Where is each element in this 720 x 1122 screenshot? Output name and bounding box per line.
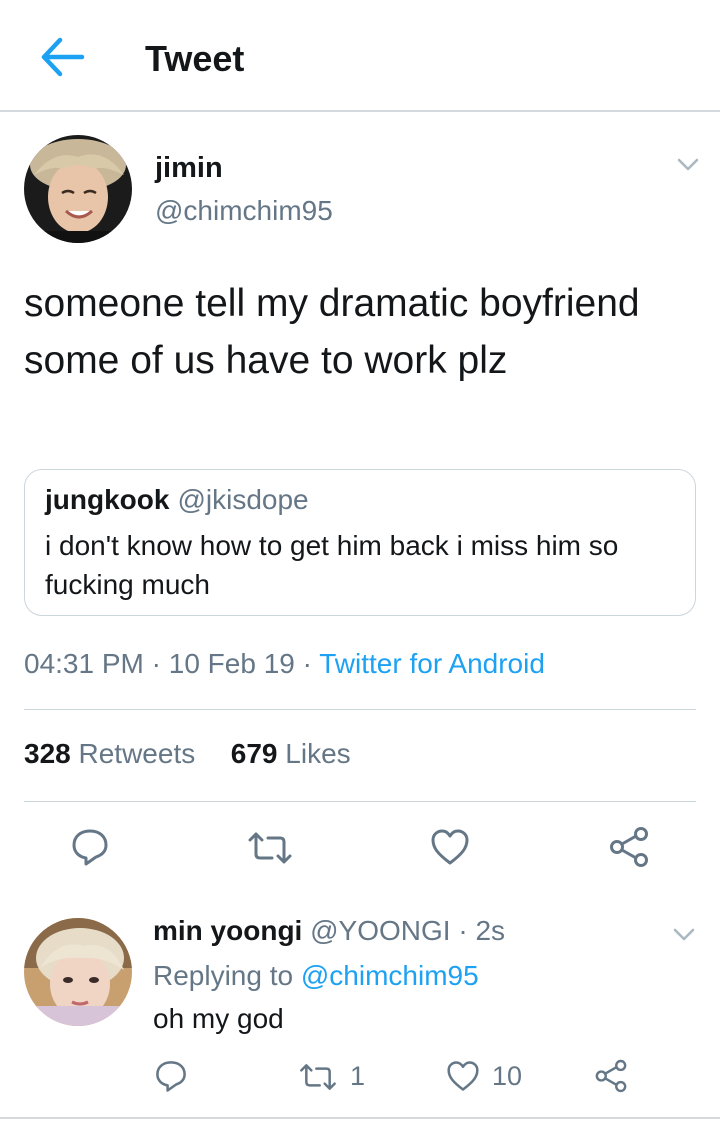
likes-stat[interactable]: 679 Likes: [231, 738, 351, 769]
retweet-icon: [300, 1063, 336, 1090]
tweet-source-link[interactable]: Twitter for Android: [319, 648, 545, 679]
reply-author-avatar[interactable]: [24, 918, 132, 1026]
reply-icon: [72, 829, 108, 866]
divider: [24, 709, 696, 710]
page-title: Tweet: [145, 38, 245, 79]
quoted-author-handle: @jkisdope: [177, 484, 309, 515]
reply-button[interactable]: [70, 827, 110, 867]
retweets-stat[interactable]: 328 Retweets: [24, 738, 195, 769]
tweet-metadata: 04:31 PM · 10 Feb 19 · Twitter for Andro…: [24, 648, 545, 680]
reply-retweet-count: 1: [350, 1061, 366, 1091]
author-name[interactable]: jimin: [155, 152, 223, 185]
author-avatar[interactable]: [24, 135, 132, 243]
divider: [0, 1117, 720, 1119]
reply-retweet-button[interactable]: 1: [298, 1061, 365, 1092]
replying-to-link[interactable]: @chimchim95: [301, 960, 479, 991]
tweet-text: someone tell my dramatic boyfriend some …: [24, 282, 640, 382]
reply-reply-button[interactable]: [154, 1059, 188, 1093]
likes-count: 679: [230, 738, 278, 769]
tweet-time: 04:31 PM: [24, 648, 144, 679]
meta-separator: ·: [151, 648, 161, 679]
chevron-down-icon[interactable]: [672, 927, 696, 943]
tweet-date: 10 Feb 19: [168, 648, 295, 679]
divider: [24, 801, 696, 802]
top-app-bar: Tweet: [0, 0, 720, 112]
replying-prefix: Replying to: [153, 960, 294, 991]
reply-separator: ·: [458, 915, 468, 946]
arrow-left-icon[interactable]: [38, 34, 86, 80]
like-button[interactable]: [430, 828, 470, 866]
quoted-tweet-card[interactable]: jungkook @jkisdope i don't know how to ge…: [24, 469, 696, 616]
reply-text: oh my god: [153, 1003, 284, 1034]
tweet-stats: 328 Retweets 679 Likes: [24, 738, 351, 770]
reply-like-count: 10: [492, 1060, 523, 1091]
reply-header: min yoongi @YOONGI · 2s: [153, 915, 505, 947]
quoted-tweet-header: jungkook @jkisdope: [45, 484, 309, 516]
share-icon: [610, 827, 648, 867]
reply-author-handle[interactable]: @YOONGI: [310, 915, 450, 946]
retweets-label: Retweets: [78, 738, 196, 769]
author-handle[interactable]: @chimchim95: [155, 195, 333, 227]
reply-share-button[interactable]: [594, 1059, 628, 1093]
replying-to: Replying to @chimchim95: [153, 960, 479, 992]
share-button[interactable]: [608, 826, 650, 868]
quoted-tweet-text: i don't know how to get him back i miss …: [45, 530, 619, 600]
retweets-count: 328: [24, 738, 71, 769]
quoted-author-name: jungkook: [45, 484, 170, 515]
likes-label: Likes: [285, 738, 351, 769]
heart-icon: [447, 1061, 479, 1091]
reply-icon: [156, 1061, 186, 1092]
chevron-down-icon[interactable]: [676, 157, 700, 173]
retweet-button[interactable]: [246, 830, 294, 866]
share-icon: [595, 1059, 627, 1093]
reply-author-name[interactable]: min yoongi: [153, 915, 302, 946]
meta-separator: ·: [302, 648, 312, 679]
retweet-icon: [248, 832, 292, 864]
reply-like-button[interactable]: 10: [446, 1060, 522, 1092]
reply-time: 2s: [475, 915, 506, 946]
heart-icon: [431, 829, 469, 865]
